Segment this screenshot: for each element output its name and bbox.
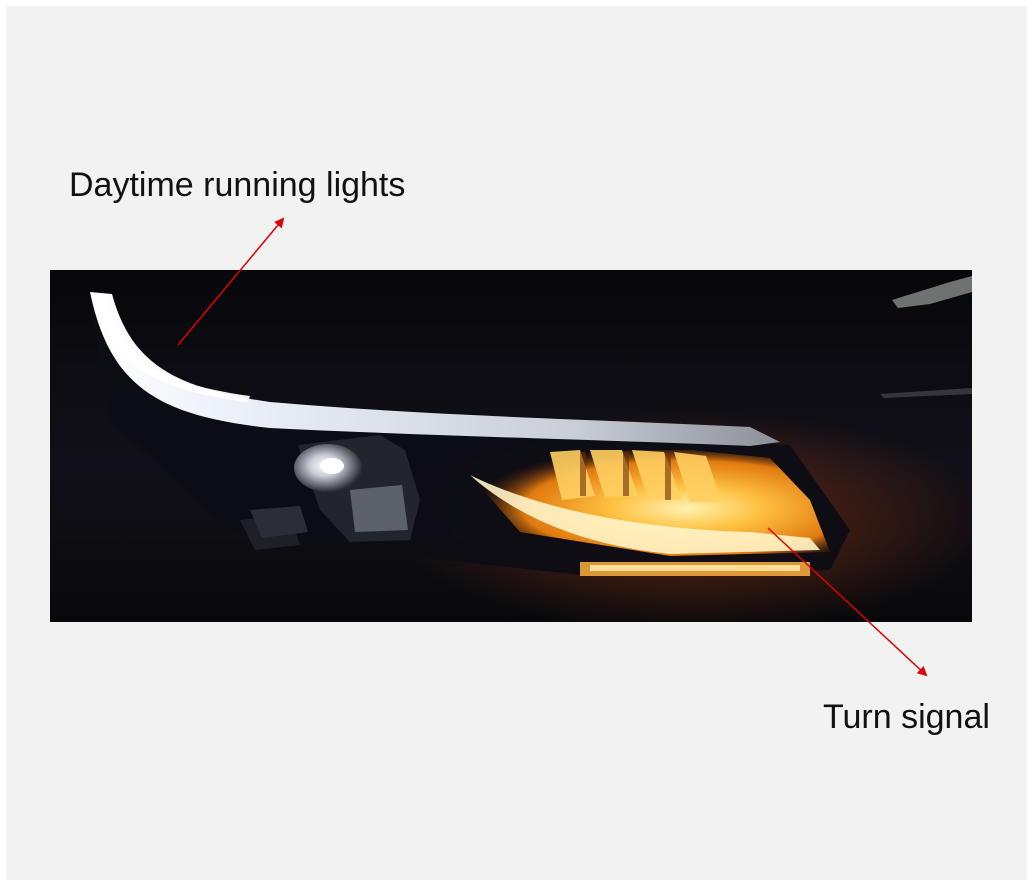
drl-label: Daytime running lights	[69, 166, 406, 204]
turn-signal-label: Turn signal	[823, 698, 990, 736]
headlight-photo	[50, 270, 972, 622]
